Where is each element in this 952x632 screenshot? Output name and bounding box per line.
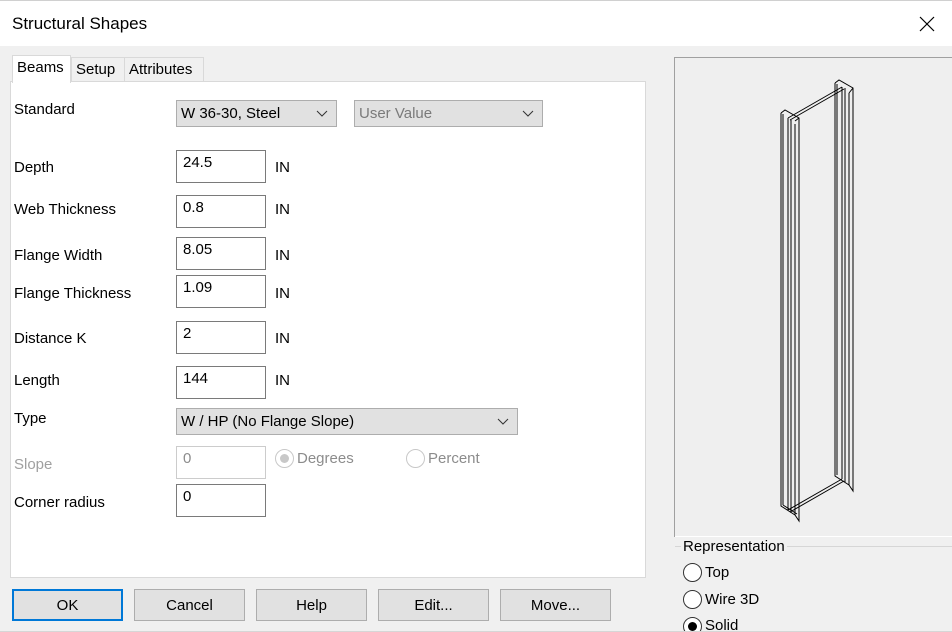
radio-circle: [683, 563, 702, 582]
radio-circle: [406, 449, 425, 468]
flange-width-label: Flange Width: [14, 247, 103, 264]
slope-label: Slope: [14, 456, 53, 473]
beam-wireframe-preview: [780, 79, 854, 523]
type-label: Type: [14, 410, 47, 427]
length-label: Length: [14, 372, 60, 389]
close-icon: [919, 16, 935, 32]
shape-preview: [674, 57, 952, 537]
chevron-down-icon: [522, 110, 534, 117]
length-unit: IN: [275, 372, 290, 389]
representation-wire3d-radio[interactable]: Wire 3D: [683, 590, 759, 609]
tab-setup-label: Setup: [76, 61, 116, 78]
web-thickness-input[interactable]: 0.8: [176, 195, 266, 228]
flange-width-unit: IN: [275, 247, 290, 264]
title-bar: Structural Shapes: [0, 0, 952, 46]
slope-input[interactable]: 0: [176, 446, 266, 479]
value-source-select-value: User Value: [359, 105, 433, 122]
tab-attributes[interactable]: Attributes: [124, 57, 204, 82]
tab-setup[interactable]: Setup: [71, 57, 125, 82]
move-button[interactable]: Move...: [500, 589, 611, 621]
distance-k-label: Distance K: [14, 330, 87, 347]
representation-title: Representation: [681, 538, 787, 555]
tab-beams-label: Beams: [17, 59, 64, 76]
chevron-down-icon: [316, 110, 328, 117]
preview-divider: [675, 536, 952, 537]
degrees-radio[interactable]: Degrees: [275, 449, 354, 468]
web-thickness-unit: IN: [275, 201, 290, 218]
radio-circle: [683, 617, 702, 631]
edit-button[interactable]: Edit...: [378, 589, 489, 621]
ok-button[interactable]: OK: [12, 589, 123, 621]
distance-k-input[interactable]: 2: [176, 321, 266, 354]
corner-radius-input[interactable]: 0: [176, 484, 266, 517]
flange-thickness-unit: IN: [275, 285, 290, 302]
length-input[interactable]: 144: [176, 366, 266, 399]
standard-select-value: W 36-30, Steel: [181, 105, 281, 122]
radio-circle: [275, 449, 294, 468]
radio-circle: [683, 590, 702, 609]
cancel-button[interactable]: Cancel: [134, 589, 245, 621]
help-button[interactable]: Help: [256, 589, 367, 621]
standard-label: Standard: [14, 101, 75, 118]
web-thickness-label: Web Thickness: [14, 201, 116, 218]
tab-attributes-label: Attributes: [129, 61, 193, 78]
representation-top-label: Top: [705, 564, 730, 581]
type-select-value: W / HP (No Flange Slope): [181, 413, 355, 430]
distance-k-unit: IN: [275, 330, 290, 347]
representation-solid-radio[interactable]: Solid: [683, 617, 738, 631]
value-source-select[interactable]: User Value: [354, 100, 543, 127]
corner-radius-label: Corner radius: [14, 494, 105, 511]
right-beam-wireframe: [834, 79, 854, 493]
type-select[interactable]: W / HP (No Flange Slope): [176, 408, 518, 435]
left-beam-wireframe: [780, 109, 800, 523]
representation-solid-label: Solid: [705, 617, 739, 631]
close-button[interactable]: [902, 1, 952, 47]
flange-thickness-label: Flange Thickness: [14, 285, 132, 302]
standard-select[interactable]: W 36-30, Steel: [176, 100, 337, 127]
percent-radio[interactable]: Percent: [406, 449, 480, 468]
flange-width-input[interactable]: 8.05: [176, 237, 266, 270]
depth-unit: IN: [275, 159, 290, 176]
representation-top-radio[interactable]: Top: [683, 563, 729, 582]
flange-thickness-input[interactable]: 1.09: [176, 275, 266, 308]
tab-beams[interactable]: Beams: [12, 55, 71, 83]
depth-label: Depth: [14, 159, 55, 176]
chevron-down-icon: [497, 418, 509, 425]
depth-input[interactable]: 24.5: [176, 150, 266, 183]
window-title: Structural Shapes: [12, 14, 148, 33]
beams-tab-panel: Standard W 36-30, Steel User Value Depth…: [10, 81, 646, 578]
degrees-radio-label: Degrees: [297, 450, 354, 467]
percent-radio-label: Percent: [428, 450, 480, 467]
representation-wire3d-label: Wire 3D: [705, 591, 760, 608]
